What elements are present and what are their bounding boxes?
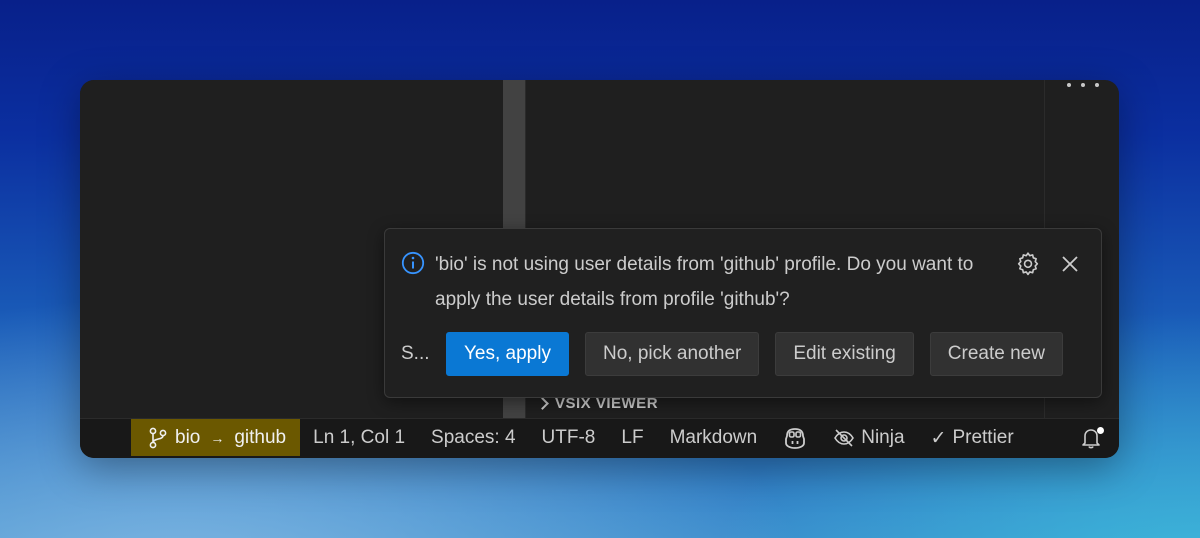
check-icon: ✓ bbox=[930, 427, 947, 449]
info-icon bbox=[401, 251, 425, 275]
status-notifications[interactable] bbox=[1071, 419, 1119, 457]
create-new-button[interactable]: Create new bbox=[929, 332, 1063, 376]
notification-actions: S... Yes, apply No, pick another Edit ex… bbox=[401, 332, 1079, 376]
edit-existing-button[interactable]: Edit existing bbox=[775, 332, 914, 376]
notification-dot bbox=[1097, 427, 1104, 434]
status-branch[interactable]: bio → github bbox=[131, 419, 301, 457]
gear-icon[interactable] bbox=[1015, 251, 1041, 277]
window-bottom-edge bbox=[80, 456, 1119, 458]
status-bar: bio → github Ln 1, Col 1 Spaces: 4 UTF-8… bbox=[80, 418, 1119, 457]
more-actions-icon[interactable] bbox=[1067, 80, 1099, 90]
ninja-label: Ninja bbox=[861, 427, 905, 448]
status-copilot[interactable] bbox=[770, 419, 820, 457]
pick-another-button[interactable]: No, pick another bbox=[584, 332, 760, 376]
branch-to: github bbox=[234, 427, 287, 448]
yes-apply-button[interactable]: Yes, apply bbox=[446, 332, 569, 376]
chevron-right-icon bbox=[536, 396, 549, 410]
copilot-icon bbox=[785, 428, 806, 449]
git-branch-icon bbox=[149, 427, 167, 449]
close-icon[interactable] bbox=[1059, 253, 1081, 275]
eye-closed-icon bbox=[834, 429, 855, 447]
status-cursor-position[interactable]: Ln 1, Col 1 bbox=[300, 419, 418, 457]
status-prettier[interactable]: ✓ Prettier bbox=[918, 419, 1027, 457]
status-encoding[interactable]: UTF-8 bbox=[529, 419, 609, 457]
branch-from: bio bbox=[175, 427, 201, 448]
status-eol[interactable]: LF bbox=[608, 419, 656, 457]
branch-arrow: → bbox=[210, 430, 225, 446]
status-bar-left-space bbox=[80, 419, 131, 457]
status-language[interactable]: Markdown bbox=[657, 419, 771, 457]
status-indentation[interactable]: Spaces: 4 bbox=[418, 419, 529, 457]
prettier-label: Prettier bbox=[952, 427, 1014, 448]
notification-source[interactable]: S... bbox=[401, 343, 446, 365]
status-ninja[interactable]: Ninja bbox=[820, 419, 917, 457]
notification-toast: 'bio' is not using user details from 'gi… bbox=[384, 228, 1102, 398]
notification-message: 'bio' is not using user details from 'gi… bbox=[435, 254, 974, 310]
